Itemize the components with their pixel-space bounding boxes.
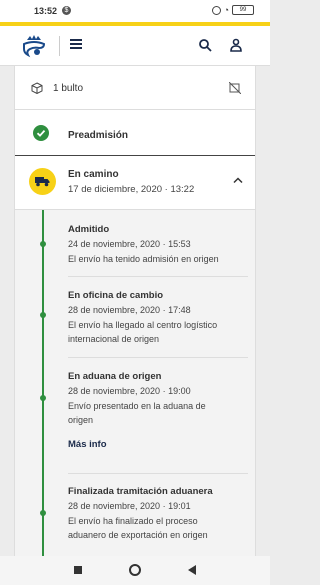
event-date: 28 de noviembre, 2020 · 17:48: [68, 305, 191, 315]
timeline-dot: [40, 241, 46, 247]
header-divider: [59, 36, 60, 56]
tracking-card: 1 bulto Preadmisión En camino 17 de dici…: [14, 66, 256, 556]
event-title: Admitido: [68, 224, 110, 235]
home-button[interactable]: [129, 564, 141, 576]
step-en-camino[interactable]: En camino 17 de diciembre, 2020 · 13:22: [15, 156, 255, 210]
event-item: En aduana de origen 28 de noviembre, 202…: [68, 371, 243, 450]
event-history: Admitido 24 de noviembre, 2020 · 15:53 E…: [15, 210, 255, 556]
event-date: 24 de noviembre, 2020 · 15:53: [68, 239, 191, 249]
timeline-line: [42, 210, 44, 556]
wifi-icon: ◔: [223, 5, 229, 15]
dollar-badge-icon: $: [62, 6, 71, 15]
package-count-label: 1 bulto: [53, 83, 84, 94]
event-title: En oficina de cambio: [68, 290, 164, 301]
alarm-icon: [211, 5, 221, 15]
truck-icon: [29, 168, 56, 195]
timeline-dot: [40, 395, 46, 401]
check-circle-icon: [33, 125, 49, 141]
search-icon[interactable]: [198, 38, 212, 52]
back-button[interactable]: [188, 565, 196, 575]
status-time: 13:52: [34, 6, 58, 16]
user-icon[interactable]: [229, 38, 243, 52]
event-date: 28 de noviembre, 2020 · 19:00: [68, 386, 191, 396]
event-description-line: El envío ha llegado al centro logístico: [68, 320, 218, 330]
timeline-dot: [40, 312, 46, 318]
app-header: [0, 26, 270, 66]
step-preadmision-label: Preadmisión: [68, 130, 129, 141]
step-preadmision: Preadmisión: [15, 110, 255, 156]
step-en-camino-date: 17 de diciembre, 2020 · 13:22: [68, 184, 195, 195]
package-count-row: 1 bulto: [15, 66, 255, 110]
event-divider: [68, 276, 248, 277]
event-title: Finalizada tramitación aduanera: [68, 486, 213, 497]
event-description: El envío ha finalizado el proceso aduane…: [68, 514, 243, 542]
event-description-line: Envío presentado en la aduana de: [68, 401, 206, 411]
status-bar: 13:52 $ ◔ 99: [0, 0, 270, 22]
more-info-link[interactable]: Más info: [68, 439, 243, 450]
event-item: Admitido 24 de noviembre, 2020 · 15:53 E…: [68, 224, 243, 266]
timeline-dot: [40, 510, 46, 516]
event-item: Finalizada tramitación aduanera 28 de no…: [68, 486, 243, 542]
event-divider: [68, 357, 248, 358]
status-icons: ◔ 99: [211, 5, 254, 15]
event-divider: [68, 473, 248, 474]
correos-logo[interactable]: [22, 34, 46, 58]
event-date: 28 de noviembre, 2020 · 19:01: [68, 501, 191, 511]
system-nav-bar: [0, 556, 270, 585]
event-description: Envío presentado en la aduana de origen: [68, 399, 243, 427]
package-icon: [31, 82, 43, 94]
event-description-line: origen: [68, 415, 94, 425]
hamburger-icon[interactable]: [70, 39, 82, 51]
event-description-line: internacional de origen: [68, 334, 160, 344]
step-en-camino-label: En camino: [68, 169, 119, 180]
chevron-up-icon[interactable]: [233, 176, 243, 184]
event-description: El envío ha llegado al centro logístico …: [68, 318, 243, 346]
no-image-icon[interactable]: [229, 82, 241, 94]
event-description: El envío ha tenido admisión en origen: [68, 254, 219, 264]
event-description-line: El envío ha finalizado el proceso: [68, 516, 198, 526]
battery-icon: 99: [232, 5, 254, 15]
event-item: En oficina de cambio 28 de noviembre, 20…: [68, 290, 243, 346]
event-title: En aduana de origen: [68, 371, 162, 382]
recent-apps-button[interactable]: [74, 566, 82, 574]
event-description-line: aduanero de exportación en origen: [68, 530, 208, 540]
